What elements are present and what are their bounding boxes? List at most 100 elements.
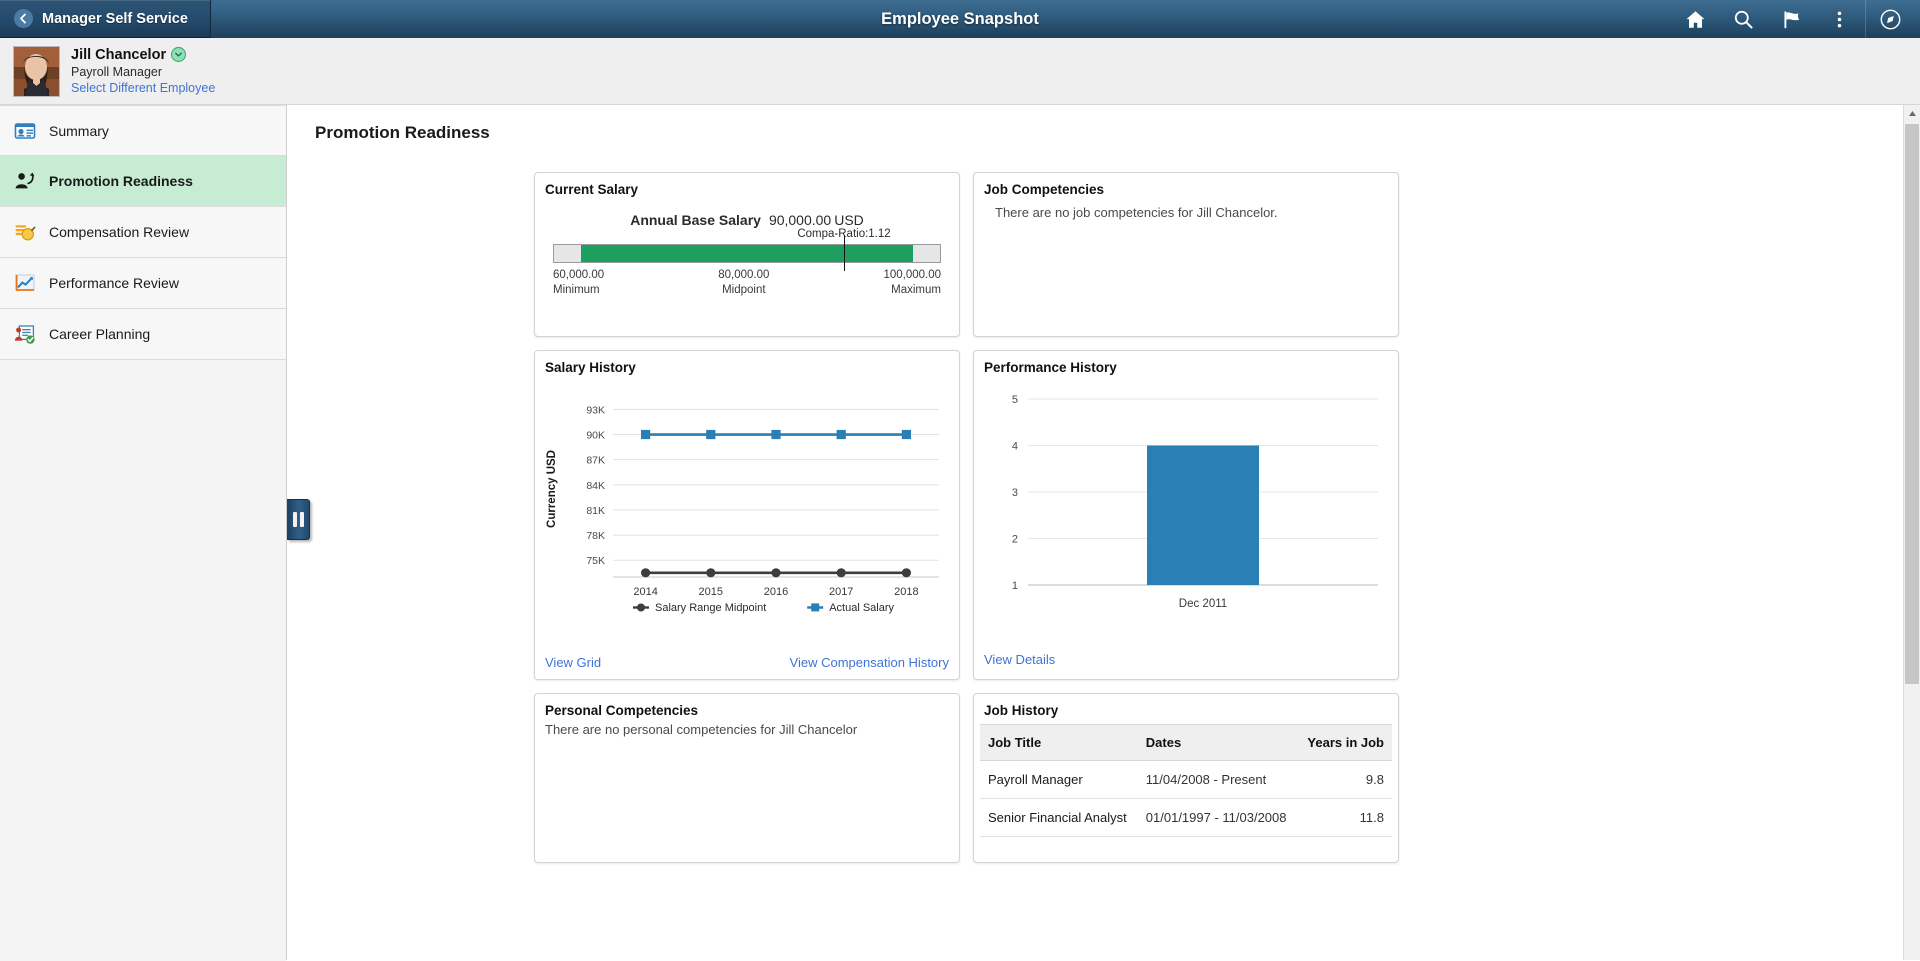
salary-minimum-value: 60,000.00 (553, 269, 605, 281)
select-different-employee-link[interactable]: Select Different Employee (71, 80, 215, 96)
annual-base-salary-amount: 90,000.00 (768, 212, 832, 228)
back-button-label: Manager Self Service (42, 10, 188, 27)
view-grid-link[interactable]: View Grid (545, 655, 601, 670)
page-title: Promotion Readiness (315, 123, 490, 142)
svg-text:93K: 93K (586, 404, 605, 416)
card-title: Salary History (545, 360, 636, 375)
cards-scroll-area: Current Salary Annual Base Salary 90,000.… (287, 151, 1903, 960)
svg-text:2016: 2016 (764, 586, 788, 598)
salary-history-card: Salary History 75K 78K 81K 84K 87K 90K 93K Curr… (534, 350, 960, 680)
annual-base-salary-currency: USD (834, 212, 864, 228)
body: Summary Promotion Readiness Compensation… (0, 105, 1920, 961)
sidebar-item-performance-review[interactable]: Performance Review (0, 258, 286, 309)
related-actions-chevron-down-icon[interactable] (171, 47, 187, 63)
kebab-menu-icon[interactable] (1815, 0, 1863, 38)
sidebar-item-career-planning[interactable]: Career Planning (0, 309, 286, 360)
personal-competencies-card: Personal Competencies There are no perso… (534, 693, 960, 863)
job-history-table: Job Title Dates Years in Job Payroll Man… (980, 724, 1392, 837)
current-salary-card: Current Salary Annual Base Salary 90,000.… (534, 172, 960, 337)
svg-text:3: 3 (1012, 487, 1018, 499)
annual-base-salary-row: Annual Base Salary 90,000.00 USD (535, 212, 959, 228)
sidebar-collapse-handle[interactable] (287, 499, 310, 540)
home-icon[interactable] (1671, 0, 1719, 38)
app-header: Manager Self Service Employee Snapshot (0, 0, 1920, 38)
job-history-card: Job History Job Title Dates Years in Job… (973, 693, 1399, 863)
salary-maximum-label: Maximum (891, 284, 941, 296)
cards-grid: Current Salary Annual Base Salary 90,000.… (287, 151, 1903, 876)
avatar[interactable] (13, 45, 60, 97)
sidebar-item-label: Promotion Readiness (49, 173, 193, 189)
salary-midpoint-label: Midpoint (722, 284, 766, 296)
salary-midpoint: 80,000.00 Midpoint (718, 269, 769, 296)
employee-job-title: Payroll Manager (71, 65, 163, 80)
navigator-icon[interactable] (1866, 0, 1914, 38)
personal-competencies-empty-text: There are no personal competencies for J… (545, 722, 858, 737)
svg-text:Dec 2011: Dec 2011 (1179, 598, 1227, 610)
svg-text:2017: 2017 (829, 586, 853, 598)
page-header-title: Employee Snapshot (881, 9, 1039, 28)
view-compensation-history-link[interactable]: View Compensation History (790, 655, 949, 670)
flag-icon[interactable] (1767, 0, 1815, 38)
employee-banner: Jill Chancelor Payroll Manager Select Di… (0, 38, 1920, 105)
content-scrollbar[interactable] (1903, 105, 1920, 960)
compa-ratio-gauge: Compa-Ratio:1.12 60,000.00 Minimum 80,00… (553, 228, 941, 296)
svg-text:84K: 84K (586, 480, 605, 492)
svg-text:2018: 2018 (894, 586, 918, 598)
person-check-icon (14, 323, 36, 345)
line-chart-icon (14, 272, 36, 294)
compa-ratio-marker (843, 236, 845, 271)
sidebar: Summary Promotion Readiness Compensation… (0, 105, 310, 961)
person-arrow-icon (14, 170, 36, 192)
svg-text:2014: 2014 (633, 586, 657, 598)
employee-name: Jill Chancelor (71, 46, 167, 63)
column-header-dates[interactable]: Dates (1137, 724, 1298, 761)
back-to-manager-self-service-button[interactable]: Manager Self Service (0, 0, 211, 38)
sidebar-item-compensation-review[interactable]: Compensation Review (0, 207, 286, 258)
search-icon[interactable] (1719, 0, 1767, 38)
scrollbar-thumb[interactable] (1905, 124, 1919, 684)
cell-job-title: Senior Financial Analyst (980, 798, 1138, 837)
sidebar-item-label: Summary (49, 122, 109, 139)
card-title: Job Competencies (984, 182, 1105, 197)
column-header-years-in-job[interactable]: Years in Job (1297, 724, 1392, 761)
salary-maximum: 100,000.00 Maximum (883, 269, 941, 296)
svg-text:Currency USD: Currency USD (546, 450, 558, 528)
table-row[interactable]: Senior Financial Analyst 01/01/1997 - 11/… (980, 798, 1392, 837)
svg-text:1: 1 (1012, 580, 1018, 592)
table-row[interactable]: Payroll Manager 11/04/2008 - Present 9.8 (980, 760, 1392, 799)
annual-base-salary-label: Annual Base Salary (630, 212, 761, 228)
svg-text:2: 2 (1012, 534, 1018, 546)
header-actions (1671, 0, 1920, 38)
cell-job-title: Payroll Manager (980, 760, 1138, 799)
sidebar-item-promotion-readiness[interactable]: Promotion Readiness (0, 156, 286, 207)
column-header-job-title[interactable]: Job Title (980, 724, 1138, 761)
view-details-link[interactable]: View Details (984, 652, 1055, 667)
salary-minimum: 60,000.00 Minimum (553, 269, 604, 296)
svg-text:2015: 2015 (699, 586, 723, 598)
job-competencies-card: Job Competencies There are no job compet… (973, 172, 1399, 337)
salary-midpoint-value: 80,000.00 (718, 269, 770, 281)
salary-maximum-value: 100,000.00 (883, 269, 941, 281)
card-title: Personal Competencies (545, 703, 699, 718)
cell-years-in-job: 9.8 (1297, 760, 1392, 799)
table-header-row: Job Title Dates Years in Job (980, 724, 1392, 761)
salary-range-fill (581, 245, 913, 262)
svg-text:90K: 90K (586, 430, 605, 442)
svg-text:Salary Range Midpoint: Salary Range Midpoint (655, 602, 766, 614)
cell-dates: 11/04/2008 - Present (1137, 760, 1298, 799)
sidebar-item-label: Career Planning (49, 326, 151, 342)
salary-history-chart[interactable]: 75K 78K 81K 84K 87K 90K 93K Currency USD 2014 201… (535, 379, 959, 629)
performance-history-card: Performance History 1 2 3 4 5 Dec 2011 View D… (973, 350, 1399, 680)
svg-text:Actual Salary: Actual Salary (829, 602, 894, 614)
scroll-up-arrow-icon[interactable] (1904, 105, 1920, 122)
sidebar-item-summary[interactable]: Summary (0, 105, 286, 156)
svg-text:4: 4 (1012, 441, 1018, 453)
salary-range-bar (553, 236, 941, 271)
performance-history-chart[interactable]: 1 2 3 4 5 Dec 2011 (974, 379, 1398, 627)
svg-text:87K: 87K (586, 455, 605, 467)
card-title: Current Salary (545, 182, 639, 197)
card-title: Performance History (984, 360, 1117, 375)
id-card-icon (14, 120, 36, 142)
salary-range-scale: 60,000.00 Minimum 80,000.00 Midpoint 100… (553, 269, 941, 296)
card-title: Job History (984, 703, 1059, 718)
